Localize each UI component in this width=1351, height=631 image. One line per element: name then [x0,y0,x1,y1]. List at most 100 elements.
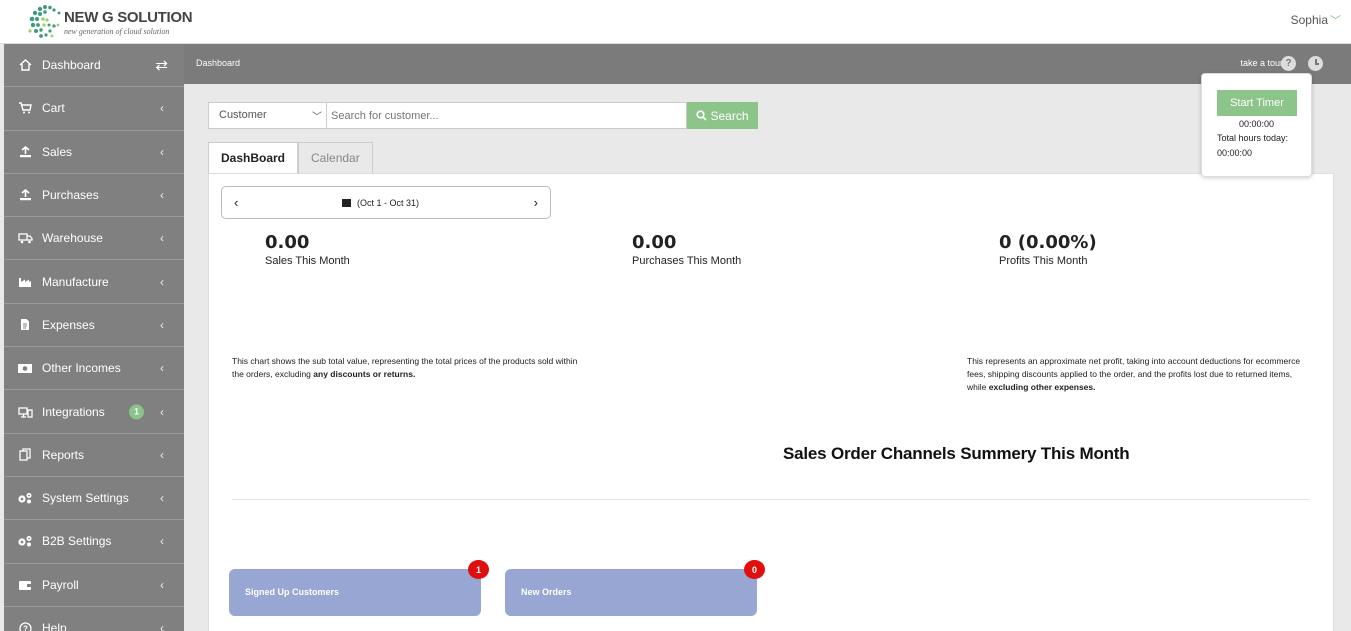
chevron-left-icon: ‹ [160,231,164,246]
sidebar-item-system-settings[interactable]: System Settings ‹ [4,477,184,521]
profits-stat: 0 (0.00%) Profits This Month [999,232,1097,267]
search-icon [696,110,708,121]
clock-icon[interactable] [1308,56,1323,71]
sidebar-item-cart[interactable]: Cart ‹ [4,87,184,131]
top-header: NEW G SOLUTION new generation of cloud s… [0,0,1351,44]
sidebar-item-label: Integrations [42,404,105,419]
sidebar-item-payroll[interactable]: Payroll ‹ [4,564,184,607]
home-icon [16,58,34,72]
chevron-left-icon: ‹ [160,144,164,159]
sidebar-item-label: B2B Settings [42,534,112,549]
logo-mark-icon [28,5,61,38]
search-button-label: Search [710,108,749,123]
sidebar-item-label: System Settings [42,491,129,506]
date-range-display[interactable]: (Oct 1 - Oct 31) [342,198,419,208]
question-icon[interactable]: ? [1281,56,1296,71]
sidebar-item-expenses[interactable]: Expenses ‹ [4,304,184,348]
breadcrumb: Dashboard take a tour ? [184,44,1351,84]
sidebar-item-label: Sales [42,144,73,159]
tab-calendar[interactable]: Calendar [298,142,373,173]
take-tour-link[interactable]: take a tour [1240,58,1283,68]
search-input[interactable] [327,102,687,129]
dashboard-panel: ‹ (Oct 1 - Oct 31) › 0.00 Sales This Mon… [208,173,1334,631]
chevron-left-icon: ‹ [160,577,164,592]
calendar-icon [342,199,351,207]
money-icon [16,361,34,375]
sidebar-item-reports[interactable]: Reports ‹ [4,434,184,477]
sales-stat: 0.00 Sales This Month [265,232,350,267]
brand-subtitle: new generation of cloud solution [64,27,170,36]
total-hours-label: Total hours today: [1217,133,1289,143]
brand-logo[interactable]: NEW G SOLUTION new generation of cloud s… [28,3,193,41]
sidebar-item-other-incomes[interactable]: Other Incomes ‹ [4,347,184,391]
sidebar-item-label: Manufacture [42,274,109,289]
sidebar-item-warehouse[interactable]: Warehouse ‹ [4,217,184,261]
brand-title: NEW G SOLUTION [64,9,193,26]
chevron-left-icon: ‹ [160,447,164,462]
breadcrumb-current[interactable]: Dashboard [196,58,240,68]
section-divider [232,499,1310,500]
search-filter-select[interactable]: Customer ﹀ [208,102,327,129]
dashboard-tabs: DashBoard Calendar [208,142,373,173]
user-menu[interactable]: Sophia ﹀ [1291,12,1341,28]
sidebar-item-label: Other Incomes [42,361,121,376]
sales-label: Sales This Month [265,255,350,267]
search-button[interactable]: Search [687,102,758,129]
integrations-count-badge: 1 [129,404,144,420]
prev-month-button[interactable]: ‹ [234,195,238,210]
integration-icon [16,405,34,419]
chevron-left-icon: ‹ [160,404,164,419]
sidebar-item-dashboard[interactable]: Dashboard ⇄ [4,44,184,88]
date-range-picker: ‹ (Oct 1 - Oct 31) › [221,186,551,219]
card-label: New Orders [521,587,572,597]
chevron-left-icon: ‹ [160,317,164,332]
timer-elapsed: 00:00:00 [1238,119,1275,129]
profits-label: Profits This Month [999,255,1088,267]
main-content: Customer ﹀ Search DashBoard Calendar ‹ (… [184,84,1351,631]
sidebar-item-label: Purchases [42,188,99,203]
sidebar-item-integrations[interactable]: Integrations 1 ‹ [4,390,184,434]
chevron-down-icon: ﹀ [1330,15,1341,27]
chevron-left-icon: ‹ [160,621,164,631]
wallet-icon [16,578,34,592]
sidebar-item-label: Payroll [42,577,79,592]
gears-icon [16,491,34,505]
sidebar-item-sales[interactable]: Sales ‹ [4,131,184,174]
sales-note-bold: any discounts or returns. [313,369,416,379]
new-orders-card[interactable]: New Orders 0 [505,560,765,616]
chevron-left-icon: ‹ [160,101,164,116]
search-filter-value: Customer [219,109,267,121]
truck-icon [16,231,34,245]
sidebar: Dashboard ⇄ Cart ‹ Sales ‹ Purchases ‹ W… [4,44,184,631]
signed-up-customers-card[interactable]: Signed Up Customers 1 [229,560,489,616]
sidebar-item-label: Warehouse [42,231,103,246]
chevron-left-icon: ‹ [160,491,164,506]
upload-icon [16,188,34,202]
chevron-down-icon: ﹀ [312,112,322,123]
sidebar-item-manufacture[interactable]: Manufacture ‹ [4,260,184,304]
chevron-left-icon: ‹ [160,274,164,289]
gears-icon [16,534,34,548]
sidebar-item-purchases[interactable]: Purchases ‹ [4,174,184,218]
cart-icon [16,101,34,115]
profit-chart-note: This represents an approximate net profi… [967,355,1312,394]
date-range-label: (Oct 1 - Oct 31) [357,198,420,208]
tab-dashboard[interactable]: DashBoard [208,142,299,173]
chevron-left-icon: ‹ [160,534,164,549]
count-badge: 1 [468,560,489,579]
file-icon [16,318,34,332]
sidebar-item-b2b-settings[interactable]: B2B Settings ‹ [4,520,184,564]
swap-icon[interactable]: ⇄ [155,56,168,74]
purchases-stat: 0.00 Purchases This Month [632,232,741,267]
start-timer-button[interactable]: Start Timer [1217,90,1297,116]
user-name: Sophia [1290,13,1328,27]
sidebar-item-label: Expenses [42,317,95,332]
sales-chart-note: This chart shows the sub total value, re… [232,355,582,381]
svg-text:?: ? [23,624,28,631]
profit-note-bold: excluding other expenses. [988,382,1096,392]
next-month-button[interactable]: › [534,195,538,210]
count-badge: 0 [744,560,765,579]
total-hours-value: 00:00:00 [1217,148,1253,158]
sidebar-item-help[interactable]: ? Help ‹ [4,607,184,631]
timer-popup: Start Timer 00:00:00 Total hours today: … [1201,73,1312,177]
